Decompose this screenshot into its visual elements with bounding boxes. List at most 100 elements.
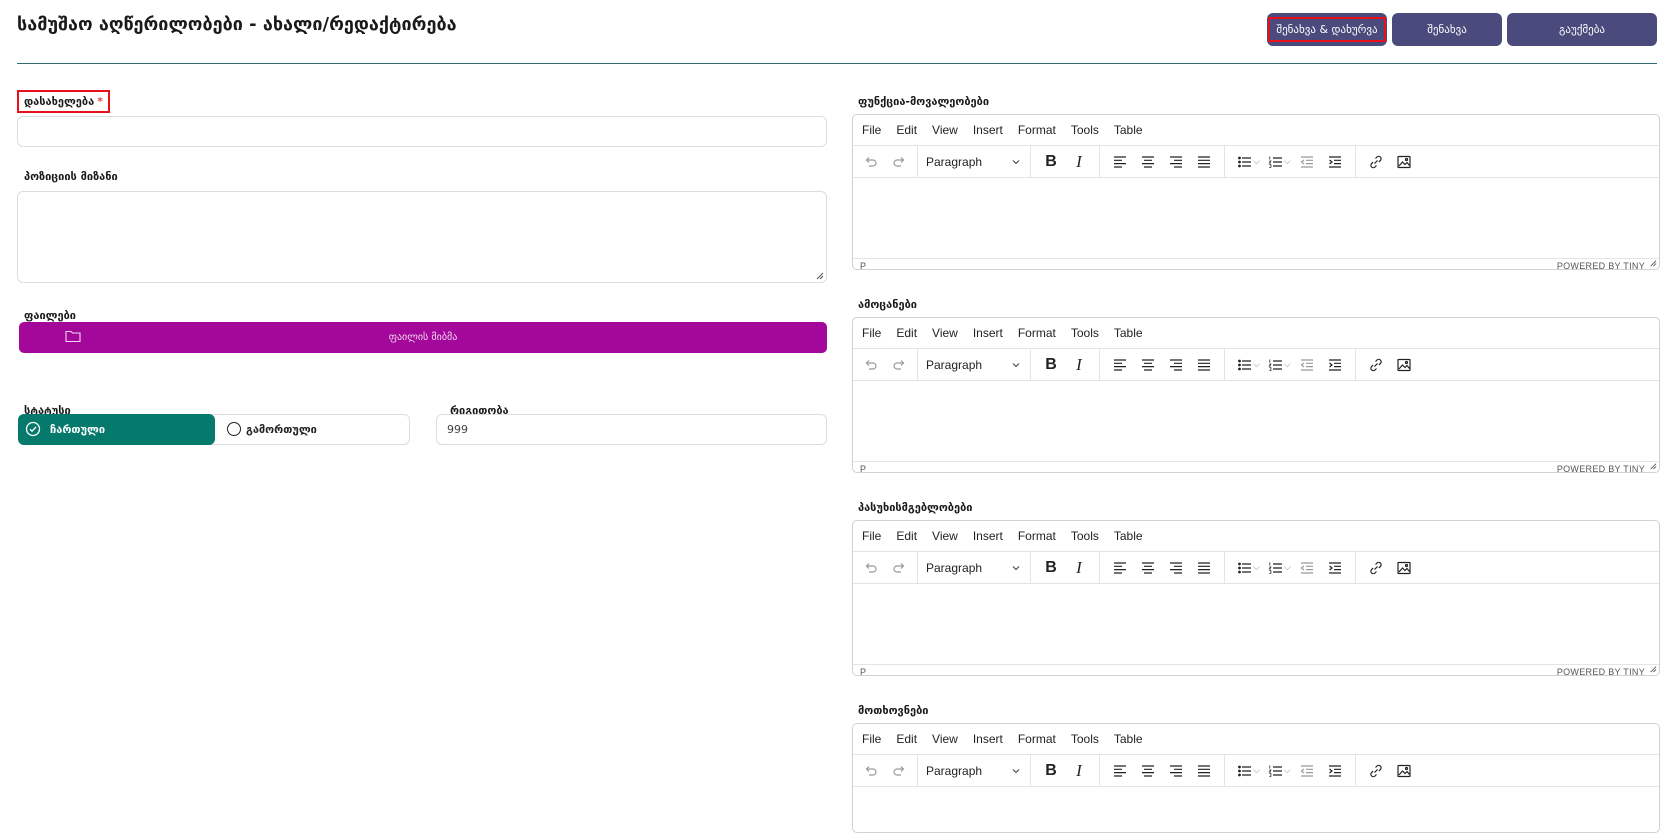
undo-icon[interactable]	[857, 351, 885, 379]
chevron-down-icon[interactable]: ⌵	[1284, 156, 1291, 167]
align-left-icon[interactable]	[1106, 148, 1134, 176]
powered-by-link[interactable]: POWERED BY TINY	[1557, 261, 1645, 270]
link-icon[interactable]	[1362, 148, 1390, 176]
menu-item[interactable]: Edit	[896, 732, 917, 746]
status-on-option[interactable]: ჩართული	[18, 414, 215, 445]
align-right-icon[interactable]	[1162, 148, 1190, 176]
save-button[interactable]: შენახვა	[1392, 13, 1502, 46]
editor-content-area[interactable]	[853, 787, 1659, 832]
menu-item[interactable]: Table	[1114, 123, 1143, 137]
outdent-icon[interactable]	[1293, 757, 1321, 785]
goal-textarea[interactable]	[17, 191, 827, 283]
name-input[interactable]	[17, 116, 827, 147]
menu-item[interactable]: File	[862, 529, 881, 543]
block-format-select[interactable]: Paragraph	[921, 358, 1027, 372]
image-icon[interactable]	[1390, 757, 1418, 785]
menu-item[interactable]: Format	[1018, 732, 1056, 746]
indent-icon[interactable]	[1321, 351, 1349, 379]
menu-item[interactable]: File	[862, 326, 881, 340]
align-justify-icon[interactable]	[1190, 148, 1218, 176]
save-close-button[interactable]: შენახვა & დახურვა	[1267, 13, 1387, 46]
editor-content-area[interactable]	[853, 178, 1659, 258]
image-icon[interactable]	[1390, 148, 1418, 176]
outdent-icon[interactable]	[1293, 351, 1321, 379]
menu-item[interactable]: Tools	[1071, 732, 1099, 746]
menu-item[interactable]: Insert	[973, 123, 1003, 137]
indent-icon[interactable]	[1321, 148, 1349, 176]
element-path[interactable]: P	[860, 464, 866, 473]
resize-handle-icon[interactable]	[814, 270, 824, 280]
outdent-icon[interactable]	[1293, 554, 1321, 582]
powered-by-link[interactable]: POWERED BY TINY	[1557, 464, 1645, 473]
menu-item[interactable]: Table	[1114, 529, 1143, 543]
italic-button[interactable]: I	[1065, 148, 1093, 176]
italic-button[interactable]: I	[1065, 554, 1093, 582]
resize-handle-icon[interactable]	[1648, 664, 1657, 673]
menu-item[interactable]: Edit	[896, 326, 917, 340]
menu-item[interactable]: Tools	[1071, 326, 1099, 340]
align-right-icon[interactable]	[1162, 554, 1190, 582]
resize-handle-icon[interactable]	[1648, 258, 1657, 267]
menu-item[interactable]: View	[932, 326, 958, 340]
indent-icon[interactable]	[1321, 757, 1349, 785]
chevron-down-icon[interactable]: ⌵	[1284, 562, 1291, 573]
menu-item[interactable]: View	[932, 732, 958, 746]
status-off-option[interactable]: გამორთული	[216, 415, 410, 444]
menu-item[interactable]: View	[932, 529, 958, 543]
bold-button[interactable]: B	[1037, 351, 1065, 379]
align-left-icon[interactable]	[1106, 554, 1134, 582]
link-icon[interactable]	[1362, 554, 1390, 582]
outdent-icon[interactable]	[1293, 148, 1321, 176]
undo-icon[interactable]	[857, 148, 885, 176]
chevron-down-icon[interactable]: ⌵	[1253, 562, 1260, 573]
menu-item[interactable]: Table	[1114, 732, 1143, 746]
powered-by-link[interactable]: POWERED BY TINY	[1557, 667, 1645, 676]
chevron-down-icon[interactable]: ⌵	[1253, 156, 1260, 167]
align-justify-icon[interactable]	[1190, 757, 1218, 785]
align-left-icon[interactable]	[1106, 351, 1134, 379]
menu-item[interactable]: Insert	[973, 326, 1003, 340]
image-icon[interactable]	[1390, 351, 1418, 379]
menu-item[interactable]: Format	[1018, 529, 1056, 543]
editor-content-area[interactable]	[853, 584, 1659, 664]
align-center-icon[interactable]	[1134, 554, 1162, 582]
menu-item[interactable]: Table	[1114, 326, 1143, 340]
redo-icon[interactable]	[885, 757, 913, 785]
chevron-down-icon[interactable]: ⌵	[1253, 359, 1260, 370]
undo-icon[interactable]	[857, 554, 885, 582]
link-icon[interactable]	[1362, 757, 1390, 785]
bold-button[interactable]: B	[1037, 148, 1065, 176]
chevron-down-icon[interactable]: ⌵	[1253, 765, 1260, 776]
menu-item[interactable]: Edit	[896, 123, 917, 137]
redo-icon[interactable]	[885, 351, 913, 379]
align-right-icon[interactable]	[1162, 351, 1190, 379]
block-format-select[interactable]: Paragraph	[921, 155, 1027, 169]
resize-handle-icon[interactable]	[1648, 461, 1657, 470]
block-format-select[interactable]: Paragraph	[921, 561, 1027, 575]
chevron-down-icon[interactable]: ⌵	[1284, 359, 1291, 370]
indent-icon[interactable]	[1321, 554, 1349, 582]
order-input[interactable]: 999	[436, 414, 827, 445]
italic-button[interactable]: I	[1065, 757, 1093, 785]
menu-item[interactable]: Edit	[896, 529, 917, 543]
menu-item[interactable]: View	[932, 123, 958, 137]
menu-item[interactable]: Format	[1018, 326, 1056, 340]
link-icon[interactable]	[1362, 351, 1390, 379]
redo-icon[interactable]	[885, 554, 913, 582]
menu-item[interactable]: Tools	[1071, 529, 1099, 543]
menu-item[interactable]: Tools	[1071, 123, 1099, 137]
element-path[interactable]: P	[860, 261, 866, 270]
menu-item[interactable]: Insert	[973, 732, 1003, 746]
menu-item[interactable]: File	[862, 123, 881, 137]
menu-item[interactable]: File	[862, 732, 881, 746]
undo-icon[interactable]	[857, 757, 885, 785]
editor-content-area[interactable]	[853, 381, 1659, 461]
align-justify-icon[interactable]	[1190, 351, 1218, 379]
image-icon[interactable]	[1390, 554, 1418, 582]
align-right-icon[interactable]	[1162, 757, 1190, 785]
italic-button[interactable]: I	[1065, 351, 1093, 379]
align-center-icon[interactable]	[1134, 757, 1162, 785]
align-left-icon[interactable]	[1106, 757, 1134, 785]
align-center-icon[interactable]	[1134, 148, 1162, 176]
align-center-icon[interactable]	[1134, 351, 1162, 379]
